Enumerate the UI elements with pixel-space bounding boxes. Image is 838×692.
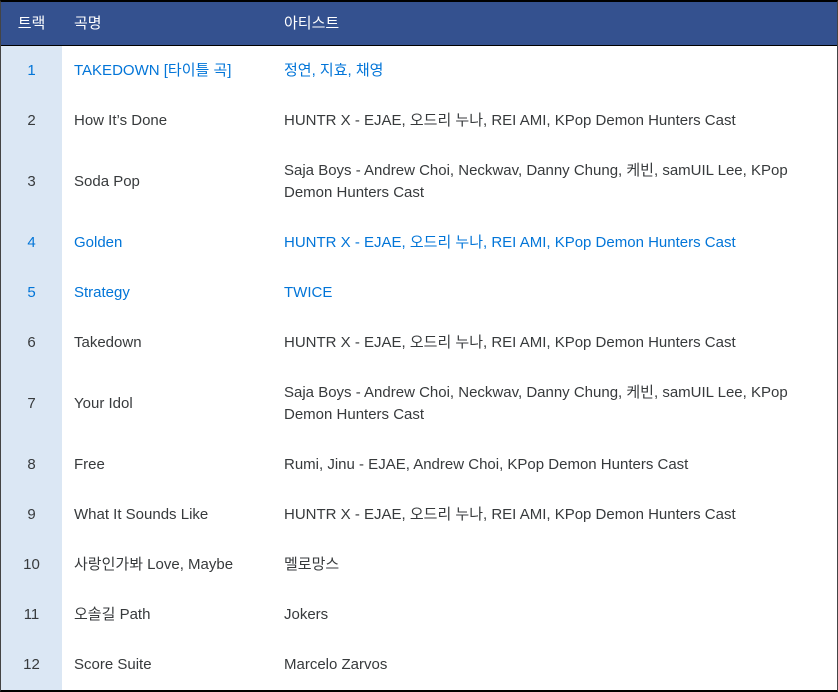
artist-names: HUNTR X - EJAE, 오드리 누나, REI AMI, KPop De… [274, 490, 837, 540]
track-number: 2 [1, 96, 62, 146]
song-title[interactable]: TAKEDOWN [타이틀 곡] [62, 46, 274, 96]
column-header-song-title: 곡명 [62, 13, 274, 35]
artist-names: HUNTR X - EJAE, 오드리 누나, REI AMI, KPop De… [274, 96, 837, 146]
artist-names: HUNTR X - EJAE, 오드리 누나, REI AMI, KPop De… [274, 318, 837, 368]
song-title[interactable]: Strategy [62, 268, 274, 318]
table-row: 9 What It Sounds Like HUNTR X - EJAE, 오드… [1, 490, 837, 540]
track-number: 7 [1, 368, 62, 440]
artist-names[interactable]: 정연, 지효, 채영 [274, 46, 837, 96]
song-title[interactable]: Golden [62, 218, 274, 268]
table-row: 7 Your Idol Saja Boys - Andrew Choi, Nec… [1, 368, 837, 440]
table-row: 3 Soda Pop Saja Boys - Andrew Choi, Neck… [1, 146, 837, 218]
artist-names[interactable]: HUNTR X - EJAE, 오드리 누나, REI AMI, KPop De… [274, 218, 837, 268]
song-title: What It Sounds Like [62, 490, 274, 540]
table-row: 4 Golden HUNTR X - EJAE, 오드리 누나, REI AMI… [1, 218, 837, 268]
tracklist-table: 트랙 곡명 아티스트 1 TAKEDOWN [타이틀 곡] 정연, 지효, 채영… [0, 0, 838, 692]
artist-names: Jokers [274, 590, 837, 640]
table-row: 2 How It’s Done HUNTR X - EJAE, 오드리 누나, … [1, 96, 837, 146]
track-number: 10 [1, 540, 62, 590]
track-number[interactable]: 5 [1, 268, 62, 318]
track-number: 8 [1, 440, 62, 490]
song-title: Free [62, 440, 274, 490]
table-row: 10 사랑인가봐 Love, Maybe 멜로망스 [1, 540, 837, 590]
artist-names: Saja Boys - Andrew Choi, Neckwav, Danny … [274, 146, 837, 218]
track-number: 6 [1, 318, 62, 368]
track-number: 12 [1, 640, 62, 690]
artist-names: Rumi, Jinu - EJAE, Andrew Choi, KPop Dem… [274, 440, 837, 490]
artist-names[interactable]: TWICE [274, 268, 837, 318]
table-row: 5 Strategy TWICE [1, 268, 837, 318]
table-row: 11 오솔길 Path Jokers [1, 590, 837, 640]
song-title: 오솔길 Path [62, 590, 274, 640]
song-title: 사랑인가봐 Love, Maybe [62, 540, 274, 590]
track-number: 11 [1, 590, 62, 640]
song-title: Takedown [62, 318, 274, 368]
table-row: 6 Takedown HUNTR X - EJAE, 오드리 누나, REI A… [1, 318, 837, 368]
song-title: Your Idol [62, 379, 274, 429]
table-header-row: 트랙 곡명 아티스트 [1, 2, 837, 46]
song-title: Soda Pop [62, 157, 274, 207]
artist-names: 멜로망스 [274, 540, 837, 590]
artist-names: Saja Boys - Andrew Choi, Neckwav, Danny … [274, 368, 837, 440]
column-header-track: 트랙 [1, 2, 62, 45]
track-number: 3 [1, 146, 62, 218]
artist-names: Marcelo Zarvos [274, 640, 837, 690]
table-row: 1 TAKEDOWN [타이틀 곡] 정연, 지효, 채영 [1, 46, 837, 96]
table-row: 12 Score Suite Marcelo Zarvos [1, 640, 837, 690]
wiki-page-fragment: 트랙 곡명 아티스트 1 TAKEDOWN [타이틀 곡] 정연, 지효, 채영… [0, 0, 838, 692]
track-number[interactable]: 1 [1, 46, 62, 96]
track-number[interactable]: 4 [1, 218, 62, 268]
track-number: 9 [1, 490, 62, 540]
table-row: 8 Free Rumi, Jinu - EJAE, Andrew Choi, K… [1, 440, 837, 490]
table-body: 1 TAKEDOWN [타이틀 곡] 정연, 지효, 채영 2 How It’s… [1, 46, 837, 690]
column-header-artist: 아티스트 [274, 13, 837, 35]
song-title: How It’s Done [62, 96, 274, 146]
song-title: Score Suite [62, 640, 274, 690]
